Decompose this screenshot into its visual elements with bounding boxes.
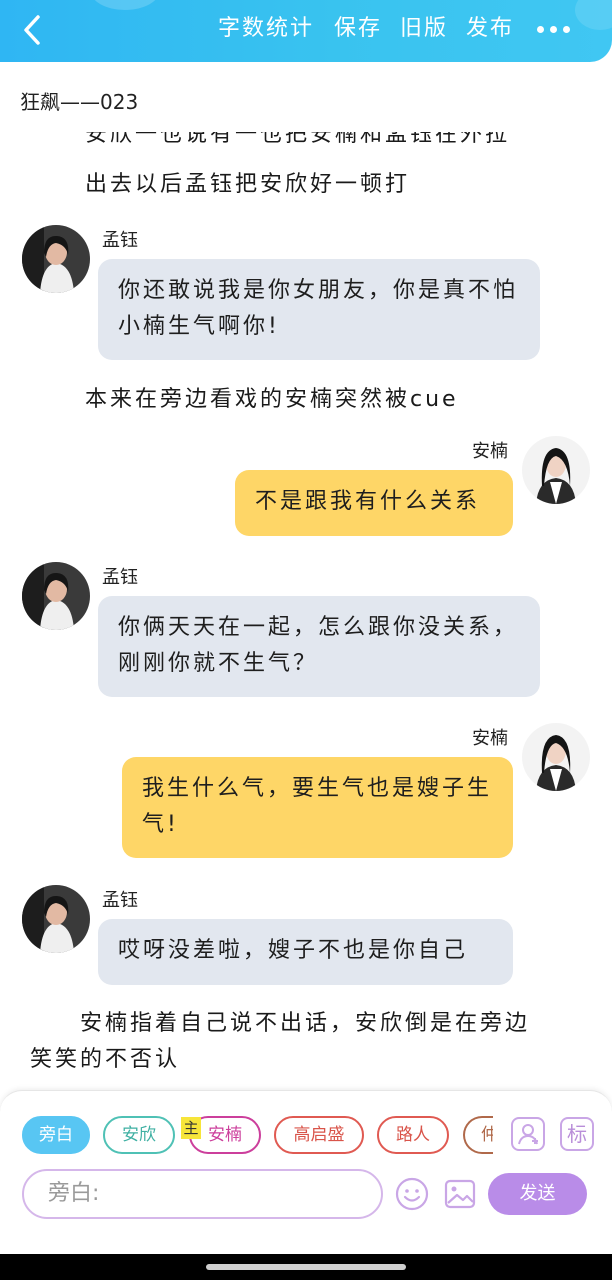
home-indicator[interactable] — [206, 1264, 406, 1270]
top-bar: 字数统计 保存 旧版 发布 — [0, 0, 612, 62]
publish-button[interactable]: 发布 — [466, 13, 514, 45]
avatar-mengyu[interactable] — [22, 562, 90, 630]
role-chip-passerby[interactable]: 路人 — [377, 1116, 449, 1154]
more-icon[interactable] — [536, 22, 572, 38]
role-chip-gaoqisheng[interactable]: 高启盛 — [274, 1116, 364, 1154]
avatar-mengyu[interactable] — [22, 885, 90, 953]
speaker-name: 孟钰 — [102, 230, 138, 251]
role-chip-anxin[interactable]: 安欣 — [103, 1116, 175, 1154]
speaker-name: 孟钰 — [102, 567, 138, 588]
document-title: 狂飙——023 — [20, 90, 139, 114]
chat-bubble-right[interactable]: 我生什么气，要生气也是嫂子生气! — [122, 757, 513, 858]
save-button[interactable]: 保存 — [334, 13, 382, 45]
avatar-mengyu[interactable] — [22, 225, 90, 293]
chat-bubble-left[interactable]: 你还敢说我是你女朋友，你是真不怕小楠生气啊你! — [98, 259, 540, 360]
system-nav-bar — [0, 1254, 612, 1280]
role-icon[interactable] — [511, 1117, 545, 1151]
chat-bubble-left[interactable]: 你俩天天在一起，怎么跟你没关系，刚刚你就不生气？ — [98, 596, 540, 697]
top-bar-decoration — [575, 0, 612, 30]
speaker-name: 孟钰 — [102, 890, 138, 911]
chat-bubble-right[interactable]: 不是跟我有什么关系 — [235, 470, 513, 536]
role-chip-clipped[interactable]: 仲 — [463, 1116, 493, 1154]
mark-button[interactable]: 标 — [560, 1117, 594, 1151]
back-arrow-icon[interactable] — [18, 12, 50, 48]
main-role-badge: 主 — [181, 1117, 201, 1139]
avatar-annan[interactable] — [522, 723, 590, 791]
word-count-button[interactable]: 字数统计 — [218, 13, 314, 45]
send-button[interactable]: 发送 — [488, 1173, 587, 1215]
old-version-button[interactable]: 旧版 — [400, 13, 448, 45]
narration-text: 安楠指着自己说不出话，安欣倒是在旁边 — [30, 1011, 531, 1036]
avatar-annan[interactable] — [522, 436, 590, 504]
narration-text: 出去以后孟钰把安欣好一顿打 — [85, 172, 411, 197]
image-icon[interactable] — [442, 1176, 478, 1212]
narration-text: 本来在旁边看戏的安楠突然被cue — [85, 387, 459, 412]
message-input[interactable]: 旁白: — [22, 1169, 383, 1219]
chat-bubble-left[interactable]: 哎呀没差啦，嫂子不也是你自己 — [98, 919, 513, 985]
emoji-icon[interactable] — [394, 1176, 430, 1212]
speaker-name: 安楠 — [472, 728, 508, 749]
narration-text: 笑笑的不否认 — [30, 1047, 181, 1072]
top-bar-decoration — [90, 0, 160, 10]
role-chip-narrator[interactable]: 旁白 — [22, 1116, 90, 1154]
speaker-name: 安楠 — [472, 441, 508, 462]
clipped-narration: 安欣一也说有一也把安楠和孟钰在外拉 — [85, 132, 511, 146]
